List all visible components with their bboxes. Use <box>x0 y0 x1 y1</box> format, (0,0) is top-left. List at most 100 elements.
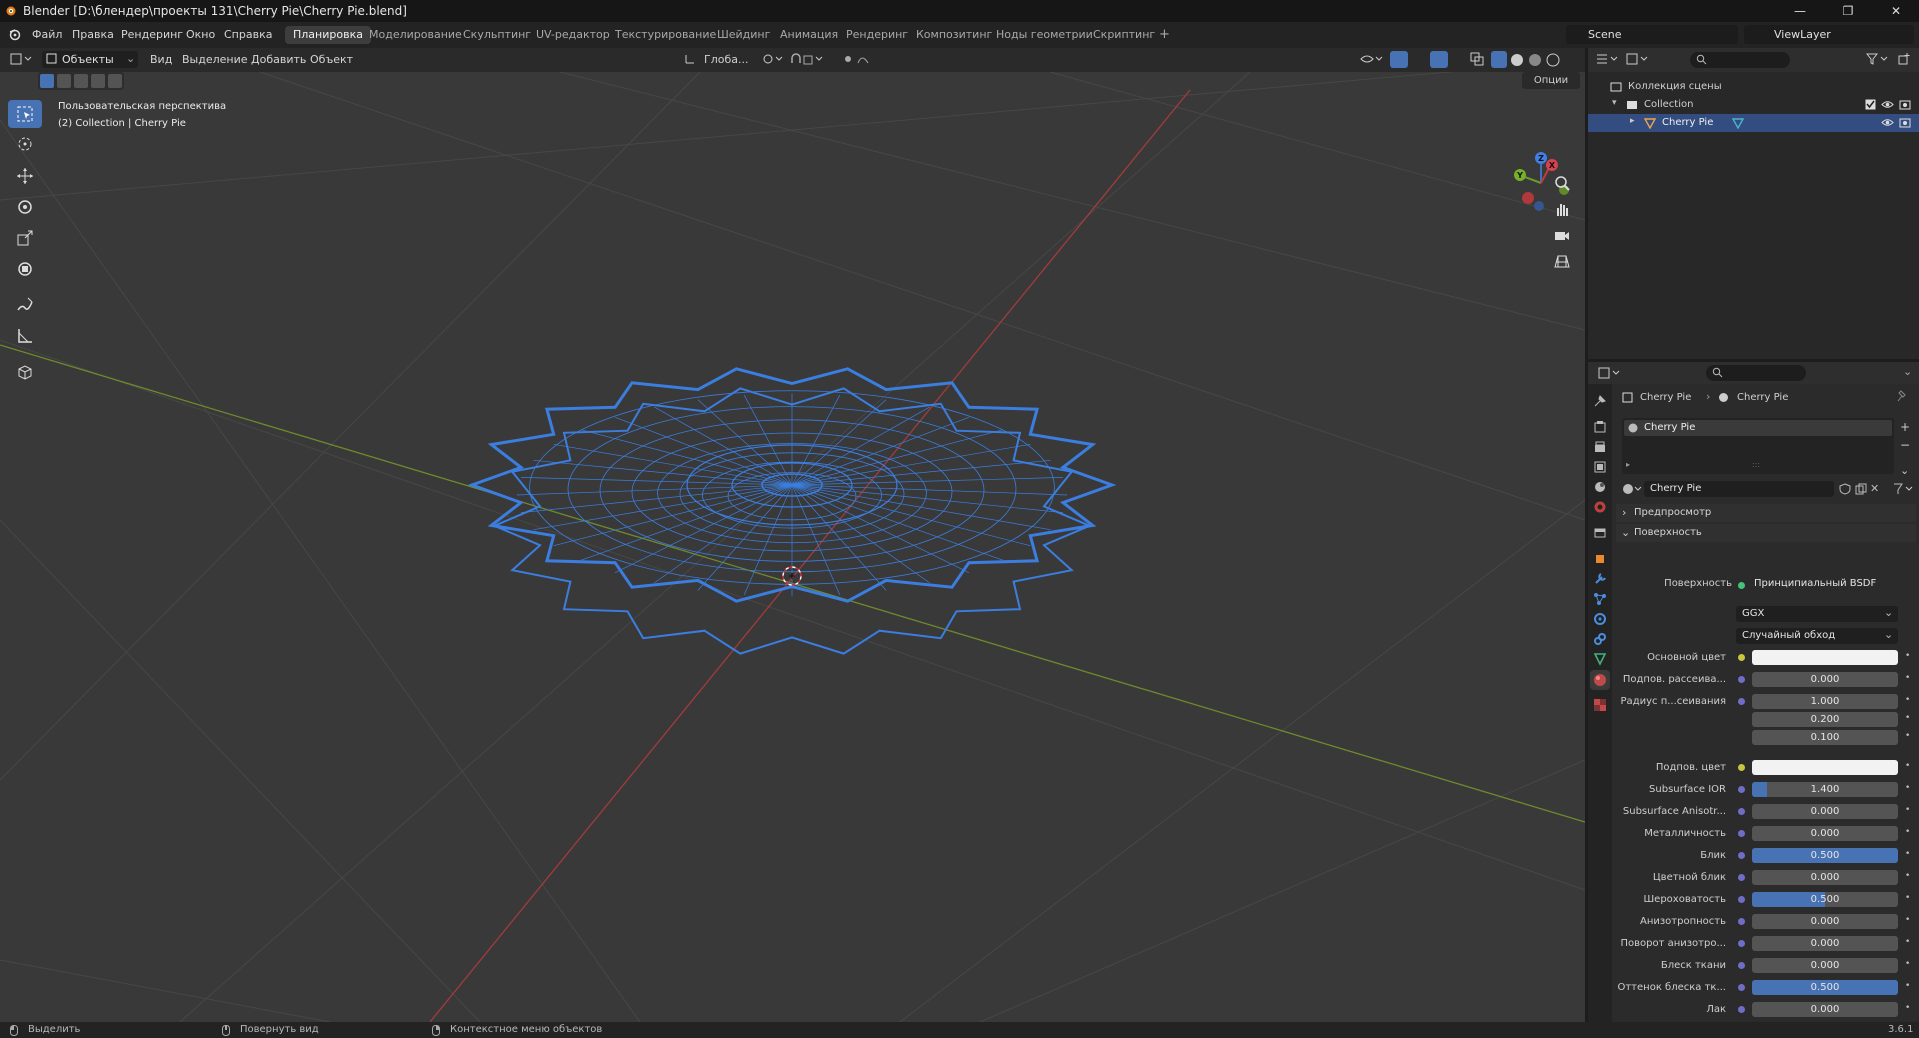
tab-animation[interactable]: Анимация <box>772 26 846 44</box>
outliner-row-cherry-pie[interactable]: ▸ Cherry Pie <box>1588 114 1919 132</box>
remove-slot-icon[interactable]: − <box>1900 438 1910 452</box>
number-field[interactable]: 0.500 <box>1752 892 1898 907</box>
material-name-field[interactable]: Cherry Pie <box>1644 481 1834 497</box>
modifier-tab-icon[interactable] <box>1593 572 1607 586</box>
transform-orientation-dropdown[interactable]: Глоба... <box>684 51 752 68</box>
menu-help[interactable]: Справка <box>224 28 272 41</box>
camera-render-icon[interactable] <box>1899 117 1911 128</box>
socket-dot-icon[interactable] <box>1738 764 1745 771</box>
menu-file[interactable]: Файл <box>32 28 62 41</box>
wireframe-shading-icon[interactable] <box>1491 51 1507 68</box>
snap-icon[interactable] <box>790 53 824 65</box>
transform-tool[interactable] <box>8 255 42 283</box>
number-field[interactable]: 1.000 <box>1752 694 1898 709</box>
socket-dot-icon[interactable] <box>1738 808 1745 815</box>
proportional-edit-icon[interactable] <box>842 53 876 65</box>
mode-dropdown[interactable]: Объекты ⌄ <box>42 51 138 68</box>
3d-viewport[interactable]: Объекты ⌄ Вид Выделение Добавить Объект … <box>0 48 1585 1022</box>
color-swatch[interactable] <box>1752 650 1898 665</box>
surface-shader-field[interactable]: Принципиальный BSDF <box>1748 575 1898 592</box>
preview-panel-header[interactable]: › Предпросмотр <box>1616 504 1916 522</box>
socket-dot-icon[interactable] <box>1738 1006 1745 1013</box>
menu-view[interactable]: Вид <box>150 53 172 66</box>
tool-tab-icon[interactable] <box>1593 394 1607 408</box>
new-collection-icon[interactable] <box>1898 53 1910 65</box>
object-tab-icon[interactable] <box>1593 552 1607 566</box>
browse-material-icon[interactable] <box>1622 483 1642 495</box>
number-field[interactable]: 0.000 <box>1752 672 1898 687</box>
xray-icon[interactable] <box>1470 52 1484 66</box>
eye-icon[interactable] <box>1881 99 1894 110</box>
visibility-selectability-icon[interactable] <box>1360 53 1384 65</box>
socket-dot-icon[interactable] <box>1738 918 1745 925</box>
properties-editor-type-icon[interactable] <box>1598 367 1620 379</box>
rendered-shading-icon[interactable] <box>1546 53 1560 67</box>
view-layer-selector[interactable]: ViewLayer <box>1744 25 1914 44</box>
move-tool[interactable] <box>8 162 42 190</box>
camera-view-icon[interactable] <box>1553 226 1571 244</box>
outliner-row-collection[interactable]: ▾ Collection <box>1588 96 1919 114</box>
close-button[interactable]: ✕ <box>1873 0 1919 22</box>
menu-render[interactable]: Рендеринг <box>121 28 183 41</box>
tab-uv-editing[interactable]: UV-редактор <box>528 26 618 44</box>
outliner-row-scene-collection[interactable]: Коллекция сцены <box>1588 78 1919 96</box>
data-tab-icon[interactable] <box>1593 652 1607 666</box>
world-tab-icon[interactable] <box>1593 500 1607 514</box>
socket-dot-icon[interactable] <box>1738 940 1745 947</box>
pan-hand-icon[interactable] <box>1553 200 1571 218</box>
socket-dot-icon[interactable] <box>1738 852 1745 859</box>
number-field[interactable]: 0.000 <box>1752 1002 1898 1017</box>
rotate-tool[interactable] <box>8 193 42 221</box>
menu-edit[interactable]: Правка <box>72 28 114 41</box>
number-field[interactable]: 0.100 <box>1752 730 1898 745</box>
scene-selector[interactable]: Scene <box>1566 25 1738 44</box>
eye-icon[interactable] <box>1881 117 1894 128</box>
collection-tab-icon[interactable] <box>1593 526 1607 540</box>
properties-scrollbar[interactable] <box>1906 470 1912 1010</box>
number-field[interactable]: 0.000 <box>1752 870 1898 885</box>
select-invert-icon[interactable] <box>91 74 105 88</box>
expand-arrow-icon[interactable]: ▾ <box>1612 98 1617 108</box>
socket-dot-icon[interactable] <box>1738 654 1745 661</box>
color-swatch[interactable] <box>1752 760 1898 775</box>
scene-tab-icon[interactable] <box>1593 480 1607 494</box>
material-slot-row[interactable]: Cherry Pie <box>1624 420 1892 436</box>
resize-handle-icon[interactable]: ::: <box>1752 460 1760 469</box>
zoom-icon[interactable] <box>1553 174 1571 192</box>
menu-add[interactable]: Добавить <box>251 53 306 66</box>
socket-dot-icon[interactable] <box>1738 874 1745 881</box>
socket-dot-icon[interactable] <box>1738 896 1745 903</box>
select-extend-icon[interactable] <box>57 74 71 88</box>
number-field[interactable]: 0.000 <box>1752 826 1898 841</box>
constraints-tab-icon[interactable] <box>1593 632 1607 646</box>
surface-panel-header[interactable]: ⌄ Поверхность <box>1616 524 1916 542</box>
outliner-editor-type-icon[interactable] <box>1596 53 1618 65</box>
cursor-tool[interactable] <box>8 130 42 158</box>
annotate-tool[interactable] <box>8 291 42 319</box>
render-tab-icon[interactable] <box>1593 420 1607 434</box>
blender-menu-icon[interactable] <box>8 27 22 41</box>
measure-tool[interactable] <box>8 322 42 350</box>
select-subtract-icon[interactable] <box>74 74 88 88</box>
menu-select[interactable]: Выделение <box>182 53 248 66</box>
overlays-toggle-icon[interactable] <box>1430 51 1448 68</box>
expand-arrow-icon[interactable]: ▸ <box>1626 460 1630 469</box>
tab-layout[interactable]: Планировка <box>285 26 371 44</box>
pin-icon[interactable] <box>1897 390 1909 402</box>
number-field[interactable]: 0.000 <box>1752 804 1898 819</box>
add-cube-tool[interactable] <box>8 358 42 386</box>
expand-arrow-icon[interactable]: ▸ <box>1630 116 1635 126</box>
distribution-dropdown[interactable]: GGX ⌄ <box>1736 606 1898 622</box>
select-new-icon[interactable] <box>40 74 54 88</box>
number-field[interactable]: 0.000 <box>1752 914 1898 929</box>
select-intersect-icon[interactable] <box>108 74 122 88</box>
particles-tab-icon[interactable] <box>1593 592 1607 606</box>
number-field[interactable]: 0.500 <box>1752 848 1898 863</box>
tab-modeling[interactable]: Моделирование <box>361 26 470 44</box>
duplicate-material-icon[interactable] <box>1855 483 1867 495</box>
scale-tool[interactable] <box>8 224 42 252</box>
number-field[interactable]: 0.000 <box>1752 958 1898 973</box>
subsurface-method-dropdown[interactable]: Случайный обход ⌄ <box>1736 628 1898 644</box>
texture-tab-icon[interactable] <box>1593 698 1607 712</box>
tab-geometry-nodes[interactable]: Ноды геометрии <box>988 26 1101 44</box>
